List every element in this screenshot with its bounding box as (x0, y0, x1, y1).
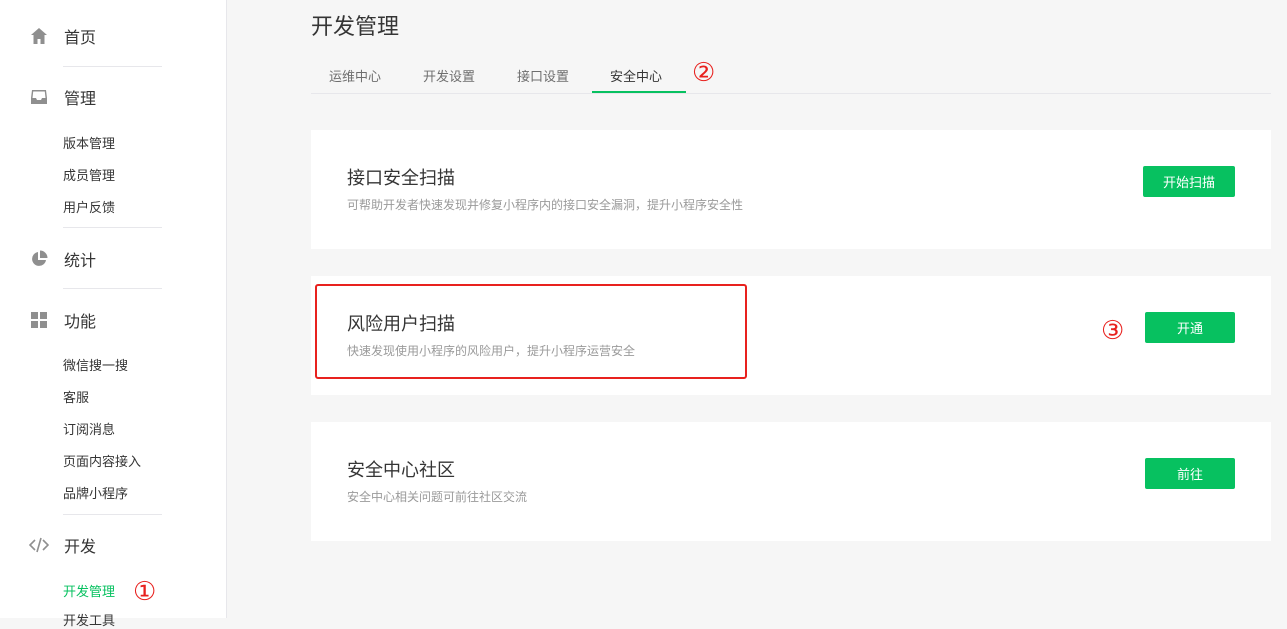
card-title: 接口安全扫描 (347, 168, 455, 189)
card-api-scan: 接口安全扫描 可帮助开发者快速发现并修复小程序内的接口安全漏洞，提升小程序安全性… (311, 130, 1271, 249)
tab-dev-settings[interactable]: 开发设置 (423, 66, 475, 85)
annotation-highlight-box (315, 284, 747, 379)
tab-bar: 运维中心 开发设置 接口设置 安全中心 (311, 60, 1271, 94)
divider (63, 514, 162, 515)
start-scan-button[interactable]: 开始扫描 (1143, 166, 1235, 197)
tab-api-settings[interactable]: 接口设置 (517, 66, 569, 85)
sidebar-item-brand[interactable]: 品牌小程序 (63, 483, 128, 502)
annotation-marker-3: ③ (1101, 316, 1125, 346)
active-tab-indicator (592, 91, 686, 93)
nav-develop-label: 开发 (64, 537, 97, 556)
sidebar-item-members[interactable]: 成员管理 (63, 165, 115, 184)
tab-security-center[interactable]: 安全中心 (610, 66, 662, 85)
sidebar-item-search[interactable]: 微信搜一搜 (63, 355, 128, 374)
divider (63, 66, 162, 67)
nav-develop[interactable]: 开发 (29, 533, 96, 557)
sidebar-item-dev-tools[interactable]: 开发工具 (63, 610, 115, 629)
annotation-marker-2: ② (692, 58, 716, 88)
divider (63, 227, 162, 228)
tab-ops-center[interactable]: 运维中心 (329, 66, 381, 85)
sidebar-item-feedback[interactable]: 用户反馈 (63, 197, 115, 216)
nav-features-label: 功能 (64, 312, 97, 331)
code-icon (29, 535, 49, 555)
sidebar-item-version[interactable]: 版本管理 (63, 133, 115, 152)
nav-manage[interactable]: 管理 (29, 85, 96, 109)
sidebar-item-page-content[interactable]: 页面内容接入 (63, 451, 141, 470)
home-icon (29, 26, 49, 46)
divider (63, 288, 162, 289)
card-security-community: 安全中心社区 安全中心相关问题可前往社区交流 前往 (311, 422, 1271, 541)
nav-features[interactable]: 功能 (29, 308, 96, 332)
nav-home[interactable]: 首页 (29, 24, 96, 48)
activate-button[interactable]: 开通 (1145, 312, 1235, 343)
sidebar: 首页 管理 版本管理 成员管理 用户反馈 统计 功能 微信搜一搜 客服 订阅消息… (0, 0, 227, 629)
nav-stats[interactable]: 统计 (29, 247, 96, 271)
nav-manage-label: 管理 (64, 89, 97, 108)
grid-icon (29, 310, 49, 330)
annotation-marker-1: ① (133, 577, 157, 607)
card-desc: 安全中心相关问题可前往社区交流 (347, 490, 528, 504)
go-button[interactable]: 前往 (1145, 458, 1235, 489)
nav-home-label: 首页 (64, 28, 97, 47)
pie-chart-icon (29, 249, 49, 269)
card-desc: 可帮助开发者快速发现并修复小程序内的接口安全漏洞，提升小程序安全性 (347, 198, 744, 212)
sidebar-item-subscribe[interactable]: 订阅消息 (63, 419, 115, 438)
sidebar-item-dev-manage[interactable]: 开发管理 (63, 581, 115, 600)
inbox-icon (29, 87, 49, 107)
sidebar-item-service[interactable]: 客服 (63, 387, 89, 406)
page-title: 开发管理 (311, 15, 400, 40)
nav-stats-label: 统计 (64, 251, 97, 270)
card-title: 安全中心社区 (347, 460, 455, 481)
